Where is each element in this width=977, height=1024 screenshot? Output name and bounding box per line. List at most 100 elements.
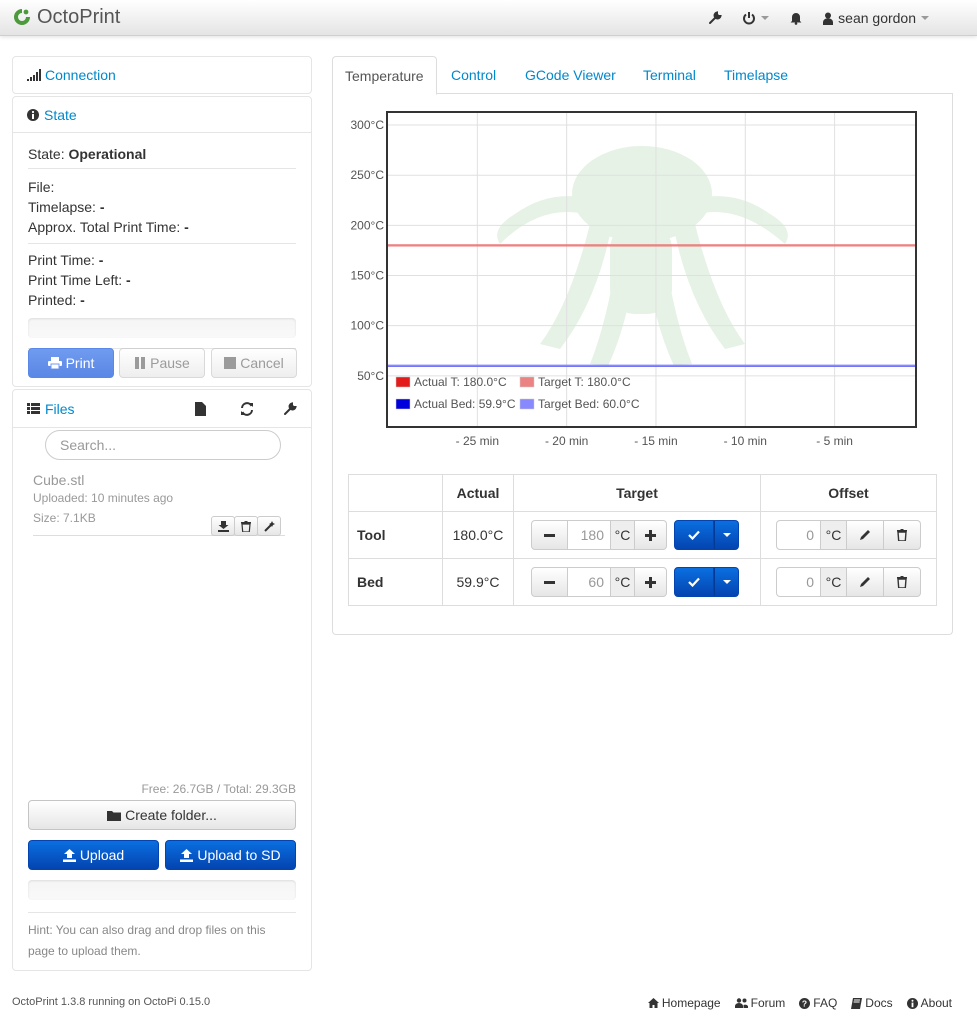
tab-temperature[interactable]: Temperature [332, 56, 437, 95]
tool-target-set-button[interactable] [674, 520, 714, 550]
state-line: State: Operational [28, 144, 296, 164]
print-time-line: Print Time: - [28, 250, 296, 270]
x-tick-label: - 15 min [634, 434, 677, 448]
wrench-icon[interactable] [283, 402, 297, 416]
upload-sd-button[interactable]: Upload to SD [165, 840, 296, 870]
brand[interactable]: OctoPrint [12, 5, 120, 29]
list-icon [27, 403, 40, 414]
footer-link-faq[interactable]: ? FAQ [799, 996, 837, 1010]
file-search-input[interactable]: Search... [45, 430, 281, 460]
pause-button[interactable]: Pause [119, 348, 205, 378]
print-time-left-label: Print Time Left: [28, 272, 123, 288]
pause-button-label: Pause [150, 355, 190, 371]
bed-offset-edit-button[interactable] [847, 567, 884, 597]
svg-text:?: ? [802, 998, 807, 1008]
tool-target-decrease-button[interactable] [531, 520, 568, 550]
create-folder-button[interactable]: Create folder... [28, 800, 296, 830]
connection-header[interactable]: Connection [13, 57, 311, 93]
y-tick-label: 150°C [351, 269, 385, 283]
printed-value: - [80, 292, 85, 308]
trash-icon [241, 520, 251, 532]
printed-label: Printed: [28, 292, 77, 308]
column-header-actual: Actual [442, 474, 514, 512]
notifications-button[interactable] [779, 0, 813, 36]
files-panel: Files Search... Cube.stl Uploaded: 10 mi… [12, 389, 312, 971]
tool-target-presets-dropdown[interactable] [714, 520, 739, 550]
print-button-label: Print [65, 355, 95, 371]
bed-target-presets-dropdown[interactable] [714, 567, 739, 597]
new-file-icon[interactable] [195, 402, 206, 416]
users-icon [734, 998, 748, 1008]
stop-icon [224, 357, 237, 369]
tab-terminal[interactable]: Terminal [631, 56, 708, 94]
plus-icon [645, 576, 656, 588]
footer-link-homepage[interactable]: Homepage [647, 996, 721, 1010]
bed-target-increase-button[interactable] [635, 567, 667, 597]
cancel-button[interactable]: Cancel [211, 348, 297, 378]
bed-offset-input[interactable]: 0 [776, 567, 821, 597]
storage-usage: Free: 26.7GB / Total: 29.3GB [141, 782, 296, 796]
settings-button[interactable] [698, 0, 732, 36]
file-list-item[interactable]: Cube.stl Uploaded: 10 minutes ago Size: … [33, 472, 285, 536]
upload-progress-bar [28, 880, 296, 900]
bed-offset-reset-button[interactable] [884, 567, 921, 597]
system-menu[interactable] [732, 0, 779, 36]
legend-label: Actual Bed: 59.9°C [414, 397, 516, 411]
tool-actual-temp: 180.0°C [442, 511, 514, 559]
state-panel: State State: Operational File: Timelapse… [12, 96, 312, 387]
tool-offset-edit-button[interactable] [847, 520, 884, 550]
footer-link-docs[interactable]: Docs [851, 996, 893, 1010]
file-label: File: [28, 179, 55, 195]
folder-icon [107, 810, 122, 821]
chevron-down-icon [722, 580, 731, 584]
bed-target-cell: 60 °C [513, 558, 761, 606]
bed-target-input[interactable]: 60 [568, 567, 611, 597]
state-label: State: [28, 146, 65, 162]
y-tick-label: 300°C [351, 118, 385, 132]
question-icon: ? [799, 997, 811, 1009]
slice-file-button[interactable] [257, 516, 281, 536]
x-tick-label: - 25 min [456, 434, 499, 448]
bed-target-decrease-button[interactable] [531, 567, 568, 597]
brand-name: OctoPrint [37, 5, 121, 28]
temperature-graph: 300°C250°C200°C150°C100°C50°C - 25 min - … [351, 111, 917, 448]
upload-sd-label: Upload to SD [197, 847, 281, 863]
tool-target-increase-button[interactable] [635, 520, 667, 550]
x-tick-label: - 20 min [545, 434, 588, 448]
tab-timelapse[interactable]: Timelapse [712, 56, 800, 94]
bed-target-set-button[interactable] [674, 567, 714, 597]
upload-label: Upload [79, 847, 125, 863]
tab-gcode-viewer[interactable]: GCode Viewer [513, 56, 628, 94]
tool-offset-cell: 0 °C [760, 511, 937, 559]
y-tick-label: 200°C [351, 218, 385, 232]
legend-swatch [519, 376, 535, 388]
footer-link-about[interactable]: About [906, 996, 952, 1010]
refresh-icon[interactable] [240, 402, 254, 416]
row-label-bed: Bed [348, 558, 443, 606]
legend-swatch [519, 398, 535, 410]
download-file-button[interactable] [211, 516, 235, 536]
delete-file-button[interactable] [234, 516, 258, 536]
files-header[interactable]: Files [13, 390, 311, 428]
footer-link-forum[interactable]: Forum [734, 996, 785, 1010]
tool-offset-input[interactable]: 0 [776, 520, 821, 550]
tool-target-input[interactable]: 180 [568, 520, 611, 550]
upload-button[interactable]: Upload [28, 840, 159, 870]
magic-wand-icon [263, 520, 275, 532]
power-icon [743, 12, 756, 25]
user-menu[interactable]: sean gordon [813, 0, 939, 36]
print-button[interactable]: Print [28, 348, 114, 378]
tool-target-unit: °C [611, 520, 635, 550]
upload-icon [180, 848, 194, 862]
tool-offset-reset-button[interactable] [884, 520, 921, 550]
column-header-target: Target [513, 474, 761, 512]
y-tick-label: 250°C [351, 168, 385, 182]
state-header[interactable]: State [13, 97, 311, 133]
tab-control[interactable]: Control [439, 56, 508, 94]
user-name: sean gordon [838, 10, 916, 26]
x-axis: - 25 min - 20 min - 15 min - 10 min - 5 min [456, 434, 853, 448]
footer-link-label: About [920, 996, 952, 1010]
y-tick-label: 100°C [351, 319, 385, 333]
pencil-icon [860, 530, 870, 540]
home-icon [647, 998, 659, 1008]
